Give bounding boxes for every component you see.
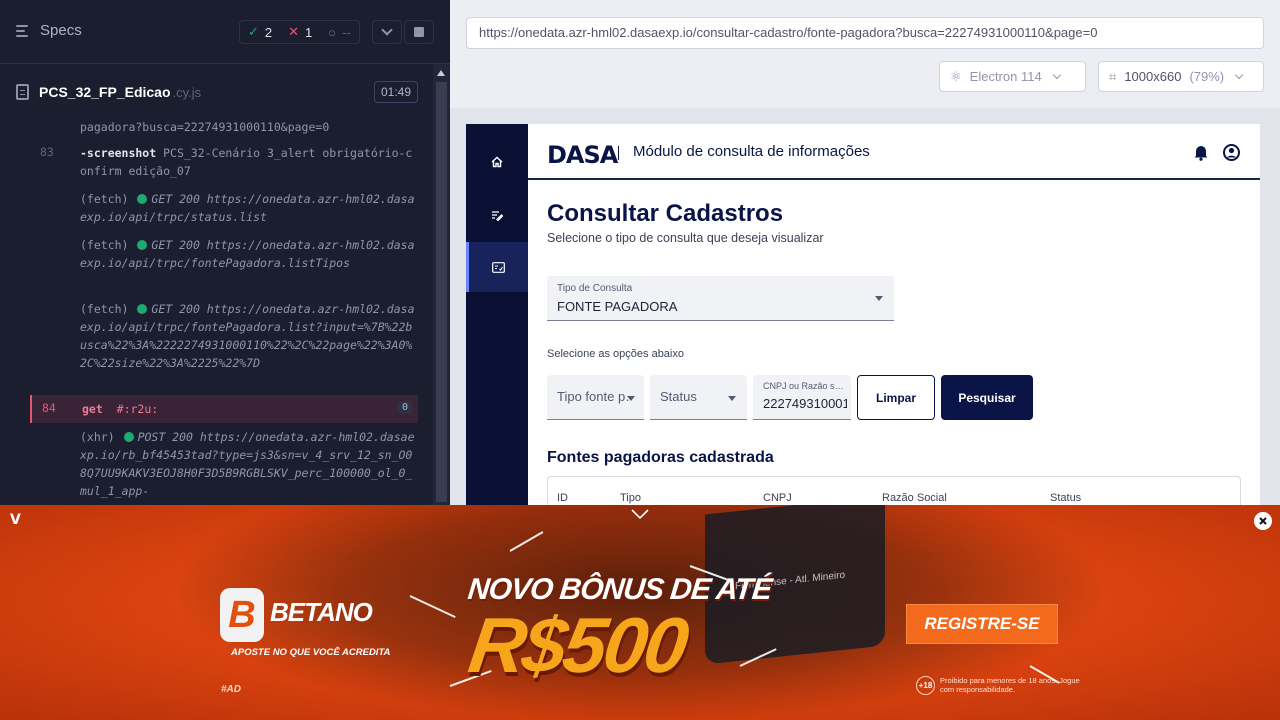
caret-down-icon: [728, 396, 736, 401]
ad-collapse-button[interactable]: [631, 507, 649, 525]
ad-disclaimer: Proibido para menores de 18 anos. Jogue …: [940, 676, 1080, 694]
stop-button[interactable]: [404, 20, 434, 44]
command-log: pagadora?busca=22274931000110&page=0 83 …: [30, 118, 418, 505]
sidebar-edit[interactable]: [466, 190, 528, 240]
stop-icon: [414, 27, 424, 37]
specs-list-icon: [16, 24, 32, 38]
viewport-selector[interactable]: ⌗ 1000x660 (79%): [1098, 61, 1264, 92]
ad-tagline: APOSTE NO QUE VOCÊ ACREDITA: [231, 647, 391, 658]
spec-file-header[interactable]: PCS_32_FP_Edicao .cy.js 01:49: [16, 78, 418, 106]
file-icon: [16, 84, 29, 100]
close-icon: [1259, 517, 1267, 525]
caret-down-icon: [627, 396, 635, 401]
edit-list-icon: [492, 211, 503, 221]
check-icon: ✓: [248, 24, 259, 39]
ruler-icon: ⌗: [1109, 68, 1117, 84]
sidebar-home[interactable]: [466, 137, 528, 187]
element-count-badge: 0: [397, 401, 412, 414]
table-header-id[interactable]: ID: [557, 492, 568, 504]
specs-toolbar: Specs ✓ 2 ✕ 1 ○ --: [0, 0, 450, 64]
electron-icon: ⚛: [950, 68, 962, 84]
table-header-cnpj[interactable]: CNPJ: [763, 492, 792, 504]
test-stats: ✓ 2 ✕ 1 ○ --: [239, 20, 360, 44]
collapse-dropdown-button[interactable]: [372, 20, 402, 44]
page-title: Consultar Cadastros: [547, 200, 784, 227]
pending-count: ○ --: [328, 24, 351, 40]
id-card-icon: [492, 261, 505, 273]
failed-count: ✕ 1: [288, 24, 313, 40]
header-title: Módulo de consulta de informações: [633, 143, 870, 160]
status-select[interactable]: Status: [650, 375, 747, 420]
sidebar-consult[interactable]: [466, 242, 528, 292]
log-entry-get-active[interactable]: 84 get #:r2u: 0: [30, 395, 418, 423]
ad-close-button[interactable]: [1254, 512, 1272, 530]
caret-down-icon: [875, 296, 883, 301]
passed-count: ✓ 2: [248, 24, 273, 40]
section-title: Fontes pagadoras cadastrada: [547, 449, 774, 466]
x-icon: ✕: [288, 24, 300, 39]
scrollbar-thumb[interactable]: [436, 82, 447, 502]
header-divider: [618, 146, 619, 160]
register-button[interactable]: REGISTRE-SE: [906, 604, 1058, 644]
app-header: DASA Módulo de consulta de informações: [528, 124, 1260, 180]
chevron-down-icon: [1052, 70, 1061, 80]
dasa-logo[interactable]: DASA: [547, 141, 618, 169]
success-dot-icon: [137, 194, 148, 204]
chevron-down-icon: [381, 24, 393, 36]
success-dot-icon: [137, 240, 148, 250]
success-dot-icon: [123, 432, 134, 442]
chevron-down-icon: [1234, 70, 1244, 80]
spinner-icon: ○: [328, 24, 337, 40]
header-actions: [1193, 144, 1240, 161]
cnpj-input[interactable]: CNPJ ou Razão s… 22274931000110: [753, 375, 851, 420]
table-header-razao-social[interactable]: Razão Social: [882, 492, 947, 504]
browser-selector[interactable]: ⚛ Electron 114: [939, 61, 1086, 92]
spec-duration: 01:49: [373, 81, 418, 103]
tipo-fonte-select[interactable]: Tipo fonte p…: [547, 375, 644, 420]
ad-amount: R$500: [463, 601, 692, 689]
table-header-status[interactable]: Status: [1050, 492, 1081, 504]
ad-hashtag: #AD: [221, 684, 242, 695]
spec-name: PCS_32_FP_Edicao: [39, 84, 171, 100]
account-icon[interactable]: [1223, 144, 1240, 161]
bell-icon[interactable]: [1193, 144, 1209, 161]
app-main: DASA Módulo de consulta de informações C…: [528, 124, 1260, 524]
scroll-up-arrow-icon[interactable]: [437, 70, 445, 76]
app-under-test: DASA Módulo de consulta de informações C…: [466, 124, 1260, 524]
age-restriction-icon: +18: [916, 676, 935, 695]
app-sidebar: [466, 124, 528, 524]
success-dot-icon: [137, 304, 148, 314]
query-type-select[interactable]: Tipo de Consulta FONTE PAGADORA: [547, 276, 894, 321]
spec-extension: .cy.js: [172, 84, 202, 100]
url-bar[interactable]: https://onedata.azr-hml02.dasaexp.io/con…: [466, 17, 1264, 49]
table-header-tipo[interactable]: Tipo: [620, 492, 641, 504]
options-label: Selecione as opções abaixo: [547, 348, 684, 360]
ad-brand: BETANO: [270, 597, 373, 627]
specs-toggle[interactable]: Specs: [16, 22, 82, 39]
ad-network-logo[interactable]: V: [10, 512, 21, 528]
home-icon: [491, 156, 503, 168]
chevron-down-icon: [631, 509, 649, 520]
search-button[interactable]: Pesquisar: [941, 375, 1033, 420]
page-subtitle: Selecione o tipo de consulta que deseja …: [547, 231, 824, 245]
betano-logo-icon: B: [220, 588, 264, 642]
clear-button[interactable]: Limpar: [857, 375, 935, 420]
specs-label: Specs: [40, 22, 82, 39]
